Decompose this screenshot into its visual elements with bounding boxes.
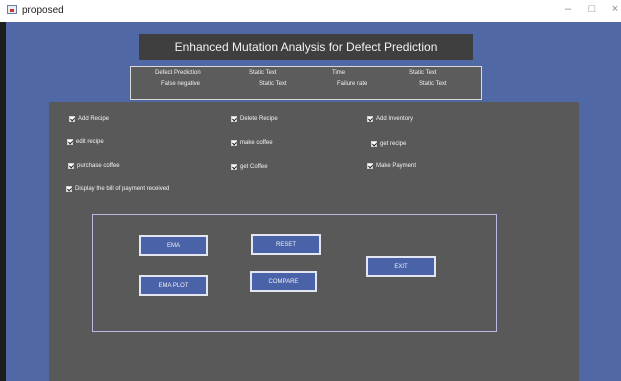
app-icon <box>7 5 17 14</box>
checkbox-checked-icon <box>371 141 377 147</box>
checkbox-checked-icon <box>231 140 237 146</box>
checkbox-checked-icon <box>367 163 373 169</box>
checkbox-label: Delete Recipe <box>240 116 278 122</box>
checkbox-purchase-coffee[interactable]: purchase coffee <box>68 163 120 169</box>
window-title: proposed <box>22 5 64 16</box>
exit-button[interactable]: EXIT <box>366 256 436 277</box>
checkbox-get-recipe[interactable]: get recipe <box>371 141 406 147</box>
failure-rate-value: Static Text <box>419 81 447 87</box>
figure-canvas: Enhanced Mutation Analysis for Defect Pr… <box>6 22 621 381</box>
ema-button[interactable]: EMA <box>139 235 208 256</box>
close-button[interactable]: × <box>607 3 621 15</box>
checkbox-checked-icon <box>67 139 73 145</box>
failure-rate-label: Failure rate <box>337 81 368 87</box>
checkbox-make-payment[interactable]: Make Payment <box>367 163 416 169</box>
checkbox-make-coffee[interactable]: make coffee <box>231 140 273 146</box>
time-label: Time <box>332 70 346 76</box>
actions-panel: EMA RESET EMA PLOT COMPARE EXIT <box>92 214 497 332</box>
checkbox-add-inventory[interactable]: Add Inventory <box>367 116 413 122</box>
checkbox-label: get Coffee <box>240 164 268 170</box>
false-negative-label: False negative <box>161 81 201 87</box>
checkbox-checked-icon <box>231 116 237 122</box>
page-title: Enhanced Mutation Analysis for Defect Pr… <box>139 34 473 60</box>
checkbox-label: get recipe <box>380 141 407 147</box>
checkbox-checked-icon <box>68 163 74 169</box>
checkbox-checked-icon <box>69 116 75 122</box>
checkbox-delete-recipe[interactable]: Delete Recipe <box>231 116 278 122</box>
checkbox-label: Add Inventory <box>376 116 414 122</box>
checkbox-label: edit recipe <box>76 139 104 145</box>
compare-button[interactable]: COMPARE <box>250 271 317 292</box>
checkbox-checked-icon <box>66 186 72 192</box>
time-value: Static Text <box>409 70 437 76</box>
main-panel: Add Recipe Delete Recipe Add Inventory e… <box>49 102 579 381</box>
title-bar: proposed – □ × <box>0 0 621 22</box>
checkbox-label: make coffee <box>240 140 273 146</box>
checkbox-label: purchase coffee <box>77 163 120 169</box>
checkbox-add-recipe[interactable]: Add Recipe <box>69 116 109 122</box>
minimize-button[interactable]: – <box>560 3 576 15</box>
checkbox-edit-recipe[interactable]: edit recipe <box>67 139 104 145</box>
checkbox-display-bill[interactable]: Display the bill of payment received <box>66 186 169 192</box>
checkbox-checked-icon <box>367 116 373 122</box>
maximize-button[interactable]: □ <box>584 3 600 15</box>
checkbox-get-coffee[interactable]: get Coffee <box>231 164 268 170</box>
checkbox-label: Make Payment <box>376 163 417 169</box>
defect-prediction-label: Defect Prediction <box>155 70 201 76</box>
reset-button[interactable]: RESET <box>251 234 321 255</box>
false-negative-value: Static Text <box>259 81 287 87</box>
ema-plot-button[interactable]: EMA PLOT <box>139 275 208 296</box>
stats-panel: Defect Prediction Static Text Time Stati… <box>130 66 482 100</box>
checkbox-checked-icon <box>231 164 237 170</box>
defect-prediction-value: Static Text <box>249 70 277 76</box>
checkbox-label: Add Recipe <box>78 116 110 122</box>
checkbox-label: Display the bill of payment received <box>75 186 170 192</box>
